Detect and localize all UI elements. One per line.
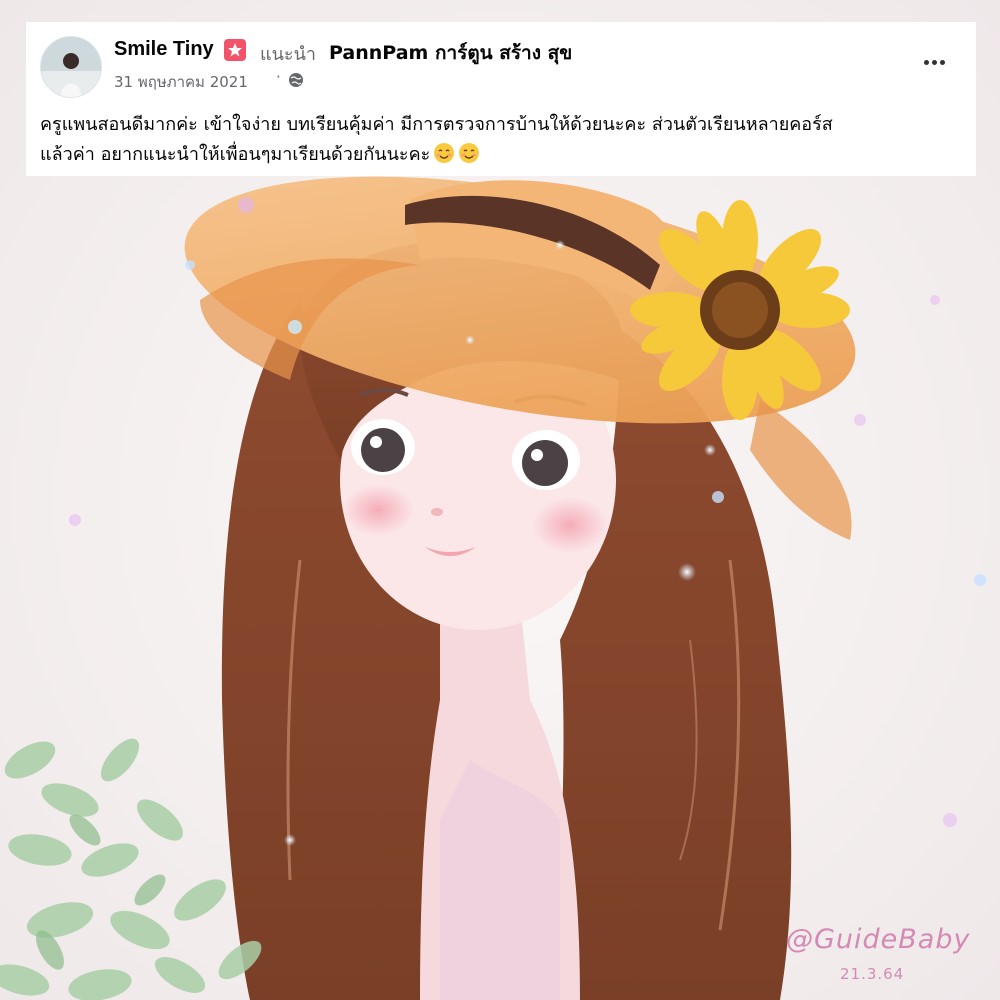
post-card: Smile Tiny แนะนำ PannPam การ์ตูน สร้าง ส… bbox=[26, 22, 976, 176]
avatar-photo-icon bbox=[41, 37, 101, 97]
recommends-label: แนะนำ bbox=[260, 44, 316, 65]
author-avatar[interactable] bbox=[40, 36, 102, 98]
smiling-face-emoji bbox=[434, 143, 455, 163]
date-separator: · bbox=[276, 68, 281, 86]
post-text-line-1: ครูแพนสอนดีมากค่ะ เข้าใจง่าย บทเรียนคุ้ม… bbox=[40, 114, 833, 135]
page-name-link[interactable]: PannPam การ์ตูน สร้าง สุข bbox=[329, 38, 572, 68]
post-date[interactable]: 31 พฤษภาคม 2021 bbox=[114, 70, 248, 94]
recommend-star-icon bbox=[224, 39, 246, 61]
post-text: ครูแพนสอนดีมากค่ะ เข้าใจง่าย บทเรียนคุ้ม… bbox=[40, 110, 970, 170]
smiling-face-emoji bbox=[459, 143, 480, 163]
globe-icon bbox=[289, 73, 303, 87]
artist-signature-date: 21.3.64 bbox=[840, 965, 905, 983]
more-options-icon[interactable] bbox=[916, 52, 952, 72]
post-text-line-2: แล้วค่า อยากแนะนำให้เพื่อนๆมาเรียนด้วยกั… bbox=[40, 140, 970, 170]
author-name[interactable]: Smile Tiny bbox=[114, 38, 214, 61]
artist-signature: @GuideBaby bbox=[786, 924, 971, 955]
